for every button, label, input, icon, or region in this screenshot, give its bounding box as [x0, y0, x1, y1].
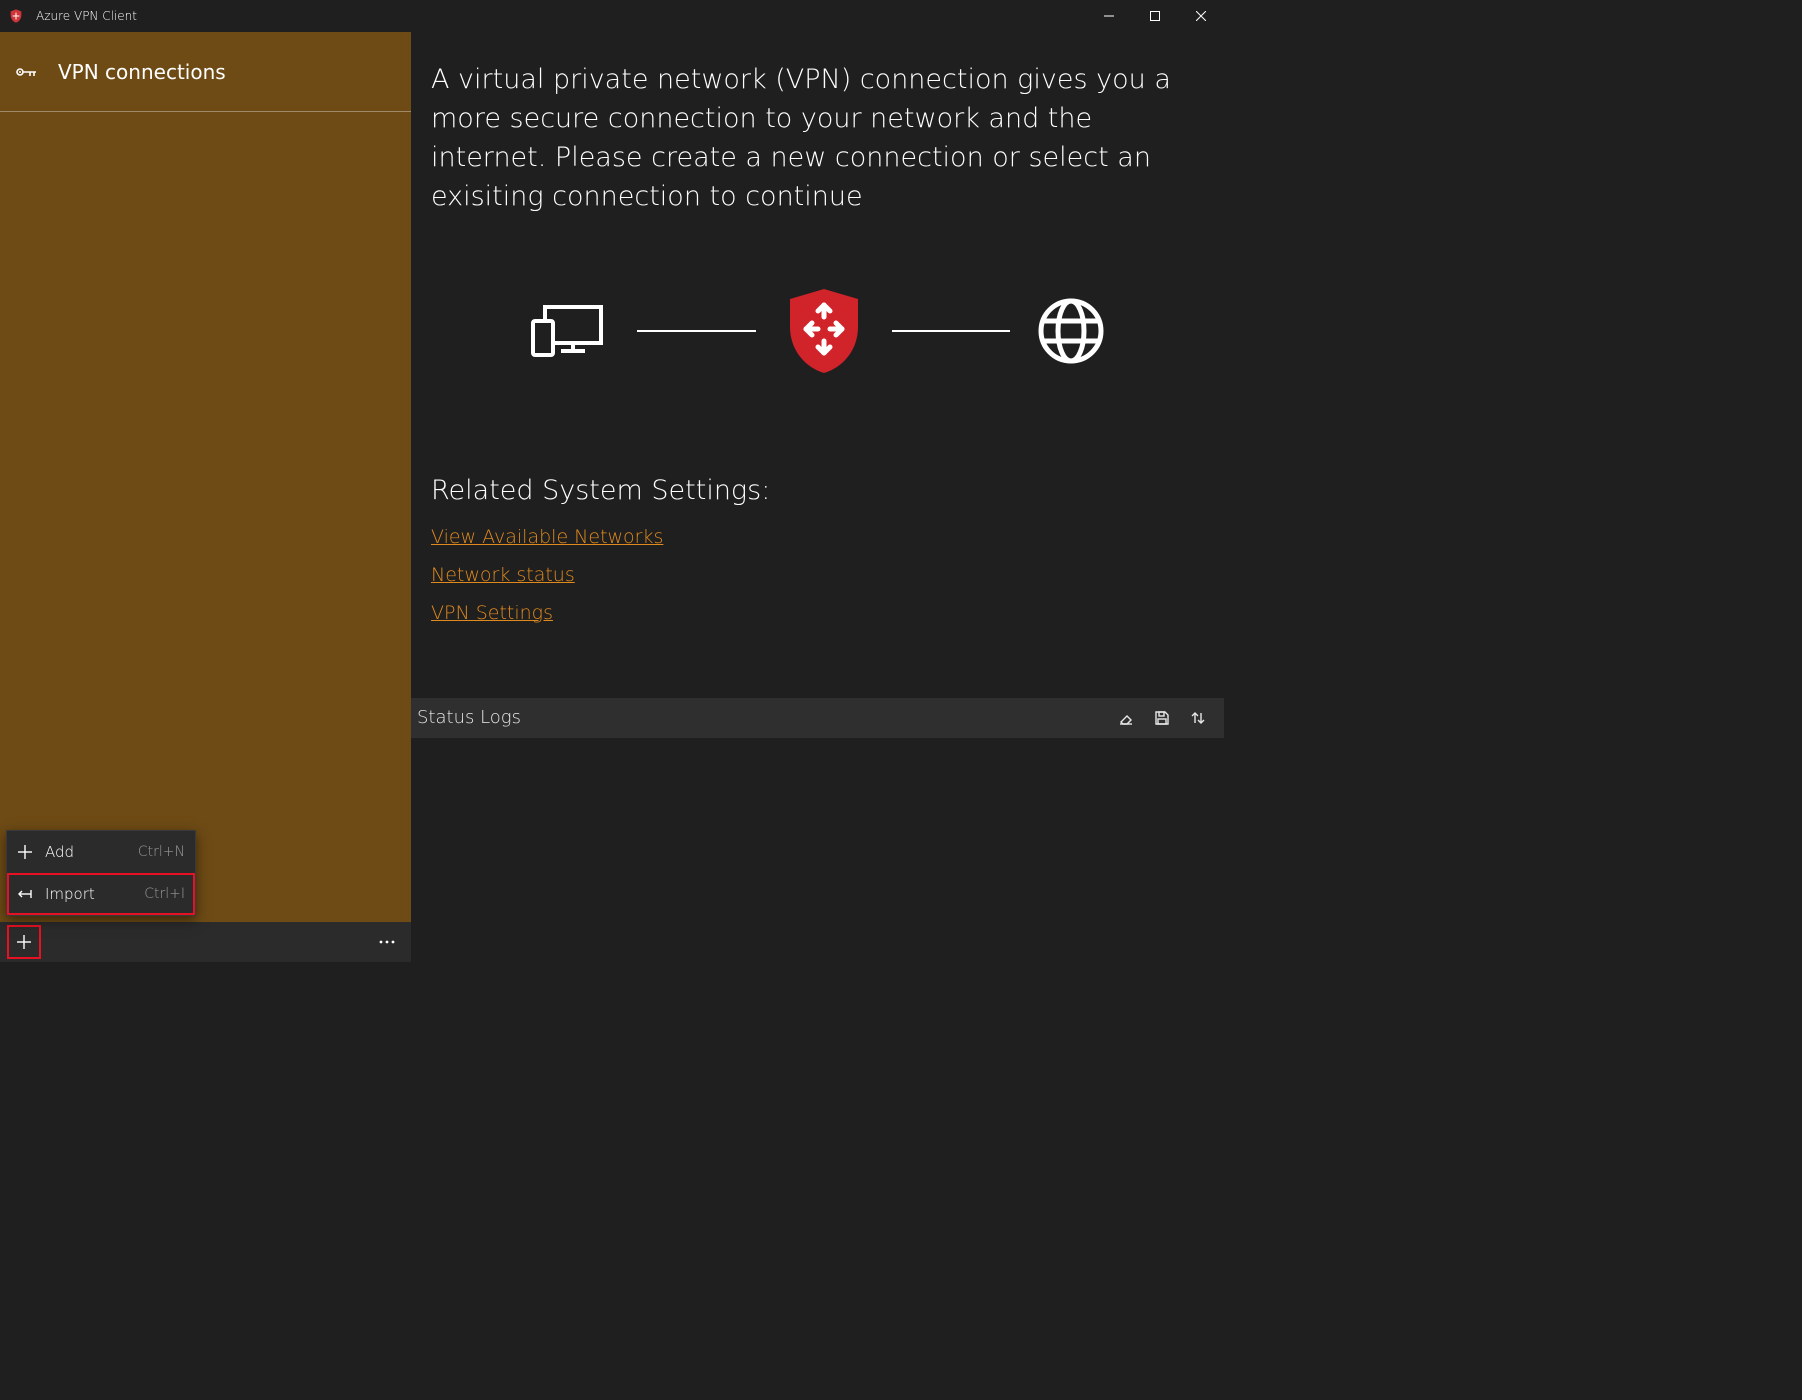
link-network-status[interactable]: Network status [431, 564, 575, 586]
related-settings: Related System Settings: View Available … [431, 475, 1204, 624]
main-pane: A virtual private network (VPN) connecti… [411, 32, 1224, 962]
diagram-connector [637, 330, 756, 332]
status-logs-label: Status Logs [417, 707, 521, 728]
vpn-diagram [431, 287, 1204, 375]
menu-item-import[interactable]: Import Ctrl+I [7, 873, 195, 915]
app-window: Azure VPN Client [0, 0, 1224, 962]
diagram-connector [892, 330, 1011, 332]
vpn-connections-icon [16, 61, 38, 83]
link-available-networks[interactable]: View Available Networks [431, 526, 663, 548]
status-logs-bar: Status Logs [411, 698, 1224, 738]
menu-item-label: Add [45, 843, 128, 861]
close-button[interactable] [1178, 0, 1224, 32]
menu-item-add[interactable]: Add Ctrl+N [7, 831, 195, 873]
globe-icon [1038, 298, 1104, 364]
titlebar: Azure VPN Client [0, 0, 1224, 32]
status-logs-area [411, 738, 1224, 962]
app-title: Azure VPN Client [36, 9, 137, 23]
sidebar: VPN connections Add Ctrl+N Import [0, 32, 411, 962]
menu-item-shortcut: Ctrl+N [138, 844, 185, 860]
shield-icon [784, 287, 864, 375]
save-icon[interactable] [1148, 704, 1176, 732]
sidebar-bottombar [0, 922, 411, 962]
plus-icon [15, 845, 35, 859]
maximize-button[interactable] [1132, 0, 1178, 32]
sidebar-context-menu: Add Ctrl+N Import Ctrl+I [6, 830, 196, 916]
menu-item-shortcut: Ctrl+I [144, 886, 185, 902]
sidebar-header: VPN connections [0, 32, 411, 112]
erase-icon[interactable] [1112, 704, 1140, 732]
sidebar-title: VPN connections [58, 60, 226, 84]
devices-icon [531, 303, 609, 359]
add-connection-button[interactable] [8, 926, 40, 958]
link-vpn-settings[interactable]: VPN Settings [431, 602, 553, 624]
related-settings-title: Related System Settings: [431, 475, 1204, 506]
window-controls [1086, 0, 1224, 32]
menu-item-label: Import [45, 885, 134, 903]
minimize-button[interactable] [1086, 0, 1132, 32]
app-shield-icon [8, 8, 24, 24]
sort-icon[interactable] [1184, 704, 1212, 732]
more-button[interactable] [371, 926, 403, 958]
import-icon [15, 887, 35, 901]
intro-text: A virtual private network (VPN) connecti… [431, 60, 1201, 217]
